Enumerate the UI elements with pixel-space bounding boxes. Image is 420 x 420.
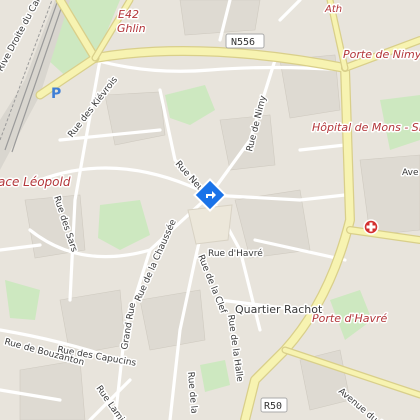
- parking-marker[interactable]: P: [51, 86, 61, 102]
- parking-icon[interactable]: P: [51, 86, 61, 102]
- place-label: Ghlin: [117, 22, 146, 35]
- hospital-marker[interactable]: [363, 219, 379, 235]
- place-label: Hôpital de Mons - Site: [312, 121, 420, 134]
- route-label: N556: [231, 37, 255, 48]
- place-label: Quartier Rachot: [235, 303, 323, 316]
- map-view[interactable]: ace Léopold Porte de Nimy Porte d'Havré …: [0, 0, 420, 420]
- street-label: Rue d'Havré: [208, 248, 263, 259]
- place-label: Porte d'Havré: [312, 312, 388, 325]
- route-label: R50: [264, 401, 282, 412]
- place-label: Ath: [324, 4, 342, 15]
- place-label: Porte de Nimy: [343, 48, 420, 61]
- place-label: ace Léopold: [0, 175, 71, 189]
- map-canvas[interactable]: ace Léopold Porte de Nimy Porte d'Havré …: [0, 0, 420, 420]
- route-label: E42: [118, 8, 139, 21]
- street-label: Ave: [402, 168, 419, 178]
